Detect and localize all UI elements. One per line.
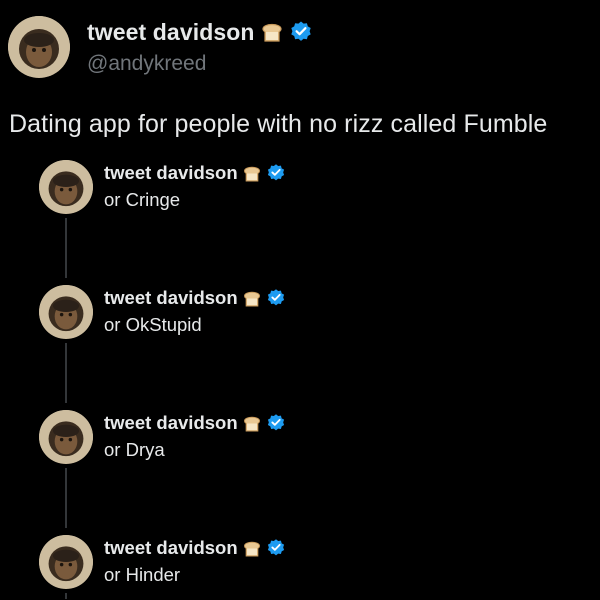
verified-badge-icon[interactable] (266, 538, 286, 558)
reply-text: or Drya (104, 439, 165, 460)
author-handle[interactable]: @andykreed (87, 52, 206, 76)
reply-name-row: tweet davidson (104, 535, 286, 561)
bread-emoji-icon (242, 289, 262, 308)
thread-connector-line (65, 343, 67, 403)
verified-badge-icon[interactable] (289, 20, 313, 44)
reply-avatar[interactable] (39, 535, 93, 589)
reply-item[interactable]: tweet davidson or Cringe (0, 160, 600, 285)
reply-item[interactable]: tweet davidson or Hinder (0, 535, 600, 600)
reply-name-row: tweet davidson (104, 410, 286, 436)
bread-emoji-icon (260, 21, 284, 43)
author-name-row: tweet davidson (87, 17, 313, 47)
reply-avatar[interactable] (39, 410, 93, 464)
verified-badge-icon[interactable] (266, 163, 286, 183)
reply-avatar[interactable] (39, 160, 93, 214)
reply-author-name[interactable]: tweet davidson (104, 162, 238, 184)
reply-author-name[interactable]: tweet davidson (104, 287, 238, 309)
reply-name-row: tweet davidson (104, 160, 286, 186)
reply-text: or Cringe (104, 189, 181, 210)
reply-text: or Hinder (104, 564, 181, 585)
author-avatar[interactable] (8, 16, 70, 78)
reply-avatar[interactable] (39, 285, 93, 339)
bread-emoji-icon (242, 164, 262, 183)
tweet-thread: tweet davidson @andykreed Dating app for… (0, 0, 600, 600)
bread-emoji-icon (242, 539, 262, 558)
reply-item[interactable]: tweet davidson or OkStupid (0, 285, 600, 410)
thread-connector-line (65, 218, 67, 278)
bread-emoji-icon (242, 414, 262, 433)
verified-badge-icon[interactable] (266, 413, 286, 433)
tweet-text: Dating app for people with no rizz calle… (9, 110, 548, 138)
thread-connector-line (65, 593, 67, 599)
author-name[interactable]: tweet davidson (87, 19, 255, 46)
thread-connector-line (65, 468, 67, 528)
reply-author-name[interactable]: tweet davidson (104, 412, 238, 434)
verified-badge-icon[interactable] (266, 288, 286, 308)
reply-name-row: tweet davidson (104, 285, 286, 311)
reply-text: or OkStupid (104, 314, 202, 335)
reply-item[interactable]: tweet davidson or Drya (0, 410, 600, 535)
reply-author-name[interactable]: tweet davidson (104, 537, 238, 559)
